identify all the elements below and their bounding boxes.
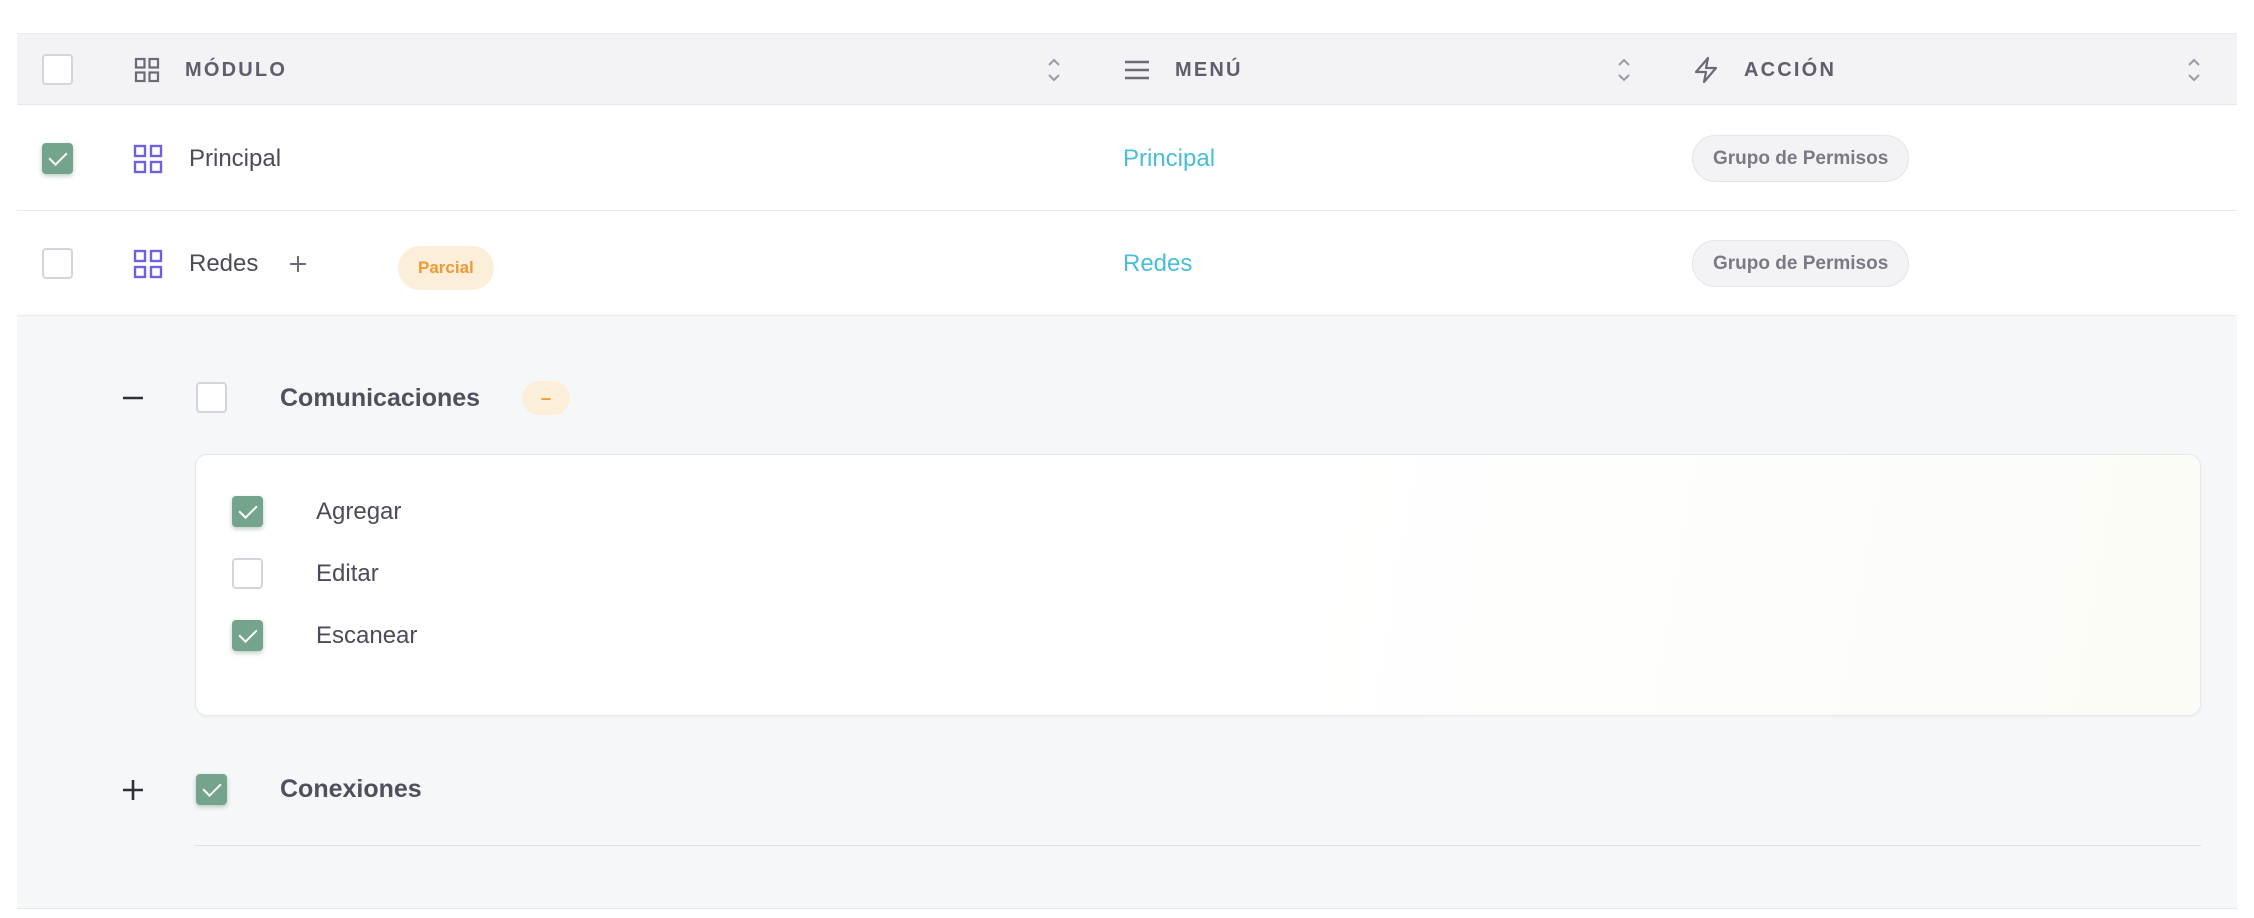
- menu-link[interactable]: Redes: [1123, 249, 1192, 279]
- sort-icon-module[interactable]: [1044, 54, 1064, 86]
- permission-checkbox[interactable]: [232, 558, 263, 589]
- permission-checkbox[interactable]: [232, 496, 263, 527]
- sort-icon-menu[interactable]: [1614, 54, 1634, 86]
- group-divider: [195, 845, 2201, 846]
- group-checkbox[interactable]: [196, 774, 227, 805]
- group-title: Conexiones: [280, 775, 422, 803]
- expanded-submodules: Comunicaciones – Agregar Editar Escanear…: [17, 316, 2237, 909]
- module-name: Redes: [189, 250, 259, 277]
- group-checkbox[interactable]: [196, 382, 227, 413]
- menu-lines-icon: [1123, 56, 1151, 84]
- select-all-checkbox[interactable]: [42, 54, 73, 85]
- column-header-menu[interactable]: MENÚ: [1123, 34, 1243, 106]
- plus-icon: [123, 780, 143, 800]
- module-name: Principal: [189, 145, 282, 172]
- table-header: MÓDULO MENÚ ACCIÓN: [17, 33, 2237, 105]
- action-badge[interactable]: Grupo de Permisos: [1692, 240, 1910, 287]
- table-row: Principal Principal Grupo de Permisos: [17, 106, 2237, 211]
- lightning-icon: [1692, 56, 1720, 84]
- column-header-module[interactable]: MÓDULO: [133, 34, 287, 106]
- permission-checkbox[interactable]: [232, 620, 263, 651]
- collapse-group-button[interactable]: [118, 383, 148, 413]
- permission-label: Agregar: [316, 498, 402, 525]
- expand-group-button[interactable]: [118, 775, 148, 805]
- column-label-module: MÓDULO: [185, 58, 288, 81]
- permission-item[interactable]: Agregar: [196, 492, 796, 532]
- sort-icon-action[interactable]: [2184, 54, 2204, 86]
- grid-icon: [133, 249, 163, 279]
- table-row: Redes Parcial Redes Grupo de Permisos: [17, 211, 2237, 316]
- row-checkbox[interactable]: [42, 143, 73, 174]
- permissions-card: Agregar Editar Escanear: [195, 454, 2201, 716]
- permission-label: Editar: [316, 560, 379, 587]
- plus-icon: [290, 256, 306, 272]
- row-checkbox[interactable]: [42, 248, 73, 279]
- group-title: Comunicaciones: [280, 384, 481, 412]
- action-badge[interactable]: Grupo de Permisos: [1692, 135, 1910, 182]
- column-label-menu: MENÚ: [1175, 58, 1243, 81]
- partial-indicator-badge: –: [522, 381, 570, 415]
- permission-label: Escanear: [316, 622, 418, 649]
- grid-icon: [133, 144, 163, 174]
- permission-item[interactable]: Escanear: [196, 616, 796, 656]
- permission-item[interactable]: Editar: [196, 554, 796, 594]
- partial-badge: Parcial: [398, 246, 494, 290]
- menu-link[interactable]: Principal: [1123, 144, 1215, 174]
- column-header-action[interactable]: ACCIÓN: [1692, 34, 1836, 106]
- grid-icon: [133, 56, 161, 84]
- column-label-action: ACCIÓN: [1744, 58, 1837, 81]
- expand-row-button[interactable]: [285, 249, 311, 279]
- minus-icon: [123, 396, 143, 400]
